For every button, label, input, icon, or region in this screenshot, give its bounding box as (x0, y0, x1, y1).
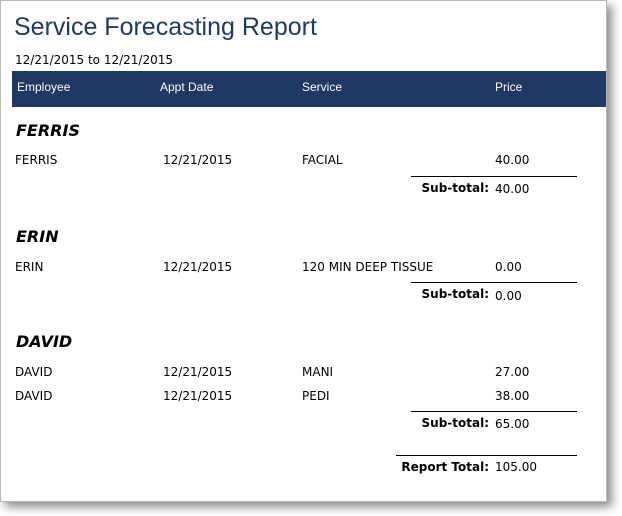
subtotal-value: 0.00 (495, 289, 522, 303)
appt-date-cell: 12/21/2015 (163, 365, 233, 379)
column-header-employee: Employee (17, 80, 71, 94)
total-rule (396, 455, 577, 456)
subtotal-label: Sub-total: (421, 416, 489, 430)
price-cell: 38.00 (495, 389, 530, 403)
employee-cell: DAVID (15, 365, 53, 379)
column-header-appt-date: Appt Date (160, 80, 214, 94)
subtotal-value: 65.00 (495, 417, 530, 431)
service-cell: PEDI (302, 389, 330, 403)
table-header: Employee Appt Date Service Price (12, 71, 606, 107)
price-cell: 40.00 (495, 153, 530, 167)
subtotal-rule (411, 411, 577, 412)
subtotal-rule (411, 282, 577, 283)
subtotal-rule (411, 176, 577, 177)
service-cell: MANI (302, 365, 334, 379)
report-total-value: 105.00 (495, 460, 537, 474)
column-header-price: Price (495, 80, 523, 94)
price-cell: 27.00 (495, 365, 530, 379)
group-heading: ERIN (16, 227, 59, 246)
employee-cell: ERIN (15, 260, 44, 274)
report-page: Service Forecasting Report 12/21/2015 to… (0, 0, 607, 502)
service-cell: FACIAL (302, 153, 343, 167)
column-header-service: Service (302, 80, 343, 94)
appt-date-cell: 12/21/2015 (163, 153, 233, 167)
appt-date-cell: 12/21/2015 (163, 389, 233, 403)
appt-date-cell: 12/21/2015 (163, 260, 233, 274)
report-total-label: Report Total: (401, 460, 489, 474)
price-cell: 0.00 (495, 260, 522, 274)
subtotal-value: 40.00 (495, 182, 530, 196)
group-heading: FERRIS (16, 121, 80, 140)
subtotal-label: Sub-total: (421, 181, 489, 195)
report-date-range: 12/21/2015 to 12/21/2015 (15, 53, 174, 67)
service-cell: 120 MIN DEEP TISSUE (302, 260, 434, 274)
group-heading: DAVID (16, 332, 73, 351)
employee-cell: DAVID (15, 389, 53, 403)
employee-cell: FERRIS (15, 153, 58, 167)
subtotal-label: Sub-total: (421, 287, 489, 301)
report-title: Service Forecasting Report (14, 13, 317, 41)
